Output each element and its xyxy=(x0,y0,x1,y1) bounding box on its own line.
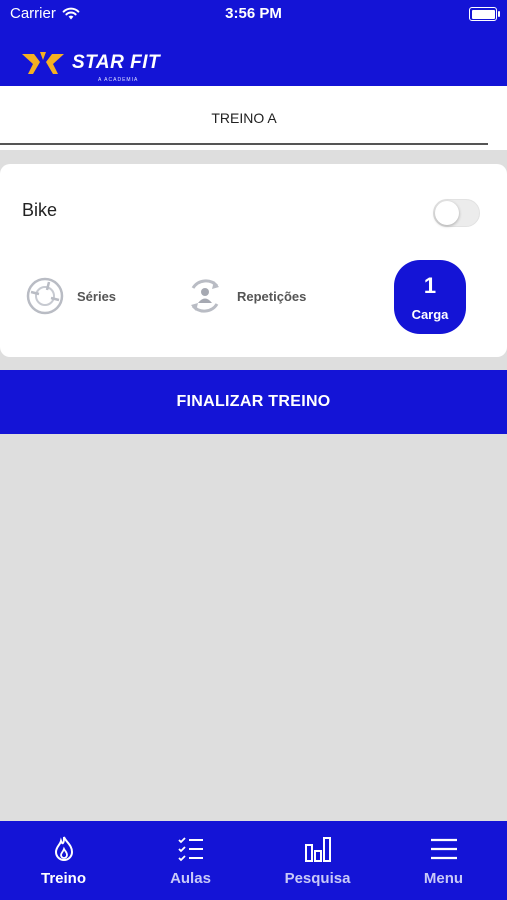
flame-icon xyxy=(54,836,73,861)
clock: 3:56 PM xyxy=(225,5,282,22)
nav-label-treino: Treino xyxy=(40,870,86,887)
exercise-card: Bike Séries Repetições 1 Carga xyxy=(0,164,507,357)
hamburger-menu-icon xyxy=(430,838,457,860)
series-icon xyxy=(26,277,64,315)
finish-workout-button[interactable]: FINALIZAR TREINO xyxy=(0,370,507,434)
tab-underline xyxy=(0,143,488,145)
nav-item-pesquisa[interactable]: Pesquisa xyxy=(254,835,381,887)
nav-label-menu: Menu xyxy=(423,870,464,887)
reps-metric[interactable]: Repetições xyxy=(185,276,306,316)
repetitions-icon xyxy=(191,279,219,313)
star-logo-icon xyxy=(22,52,64,74)
nav-label-aulas: Aulas xyxy=(170,870,211,887)
status-bar: Carrier 3:56 PM xyxy=(0,0,507,28)
tab-treino-a[interactable]: TREINO A xyxy=(0,110,488,126)
load-badge[interactable]: 1 Carga xyxy=(394,260,466,334)
series-label: Séries xyxy=(77,288,117,304)
nav-item-menu[interactable]: Menu xyxy=(380,835,507,887)
exercise-done-toggle[interactable] xyxy=(433,199,480,227)
workout-tab-bar: TREINO A xyxy=(0,86,507,150)
app-logo: STAR FIT A ACADEMIA xyxy=(20,50,161,83)
reps-label: Repetições xyxy=(237,288,307,304)
load-label: Carga xyxy=(411,307,449,322)
exercise-name: Bike xyxy=(22,200,58,220)
nav-item-treino[interactable]: Treino xyxy=(0,835,127,887)
bottom-navigation: Treino Aulas Pesquisa Menu xyxy=(0,821,507,900)
battery-icon xyxy=(469,7,500,21)
app-header: Carrier 3:56 PM STAR FIT A ACADEMIA xyxy=(0,0,507,86)
logo-wordmark: STAR FIT xyxy=(72,52,161,73)
nav-label-pesquisa: Pesquisa xyxy=(284,870,351,887)
load-value: 1 xyxy=(423,273,437,298)
toggle-knob xyxy=(435,201,459,225)
nav-item-aulas[interactable]: Aulas xyxy=(127,835,254,887)
checklist-icon xyxy=(177,837,203,862)
logo-tagline: A ACADEMIA xyxy=(98,77,139,83)
bar-chart-icon xyxy=(304,837,331,862)
series-metric[interactable]: Séries xyxy=(25,276,116,316)
